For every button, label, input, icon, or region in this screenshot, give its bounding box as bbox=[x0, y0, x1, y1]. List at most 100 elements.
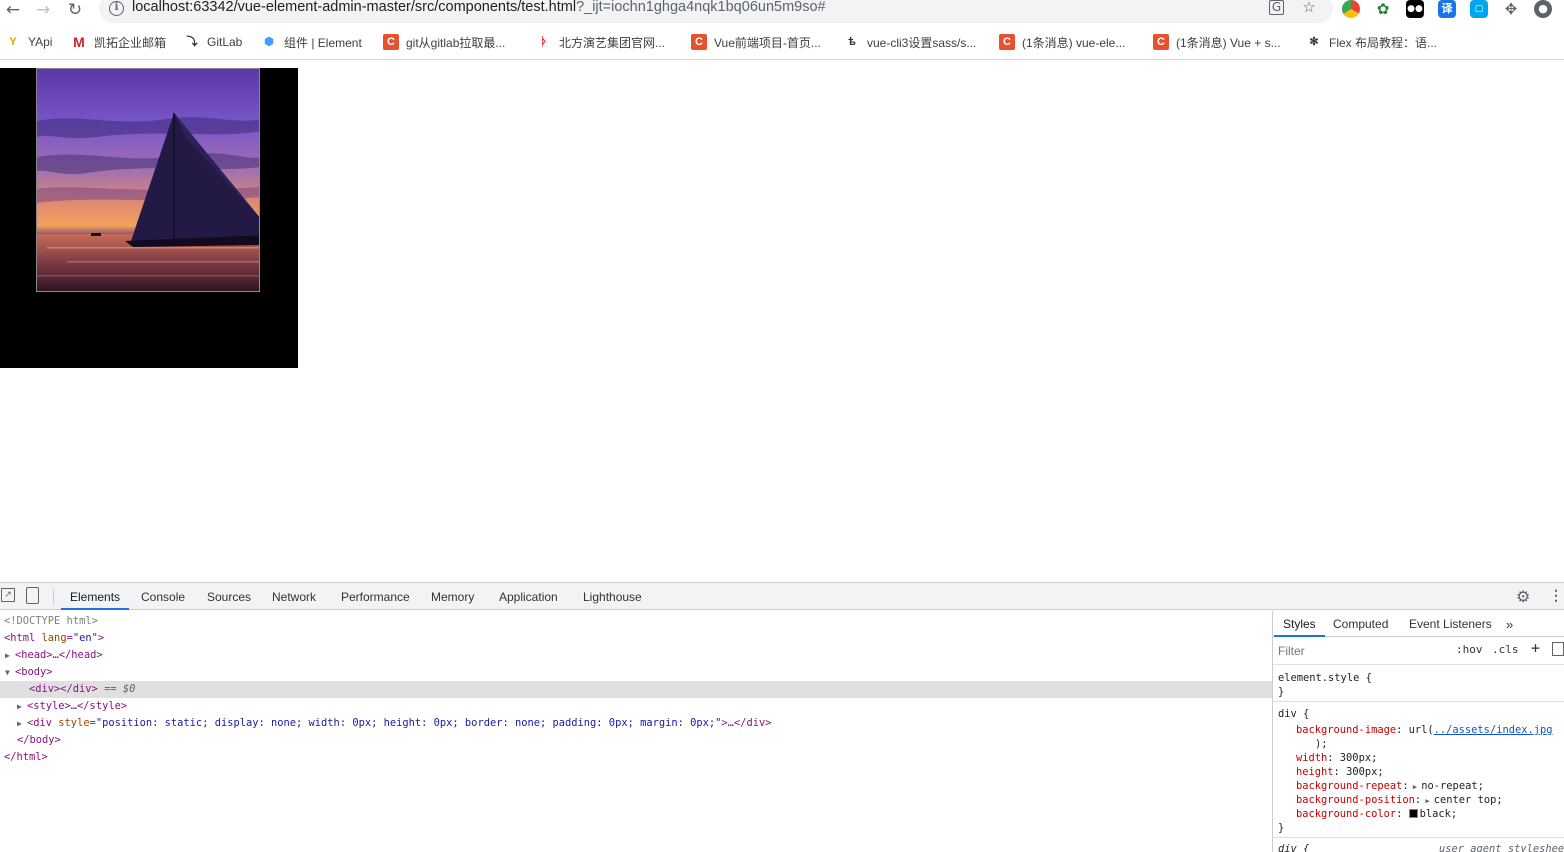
tab-console[interactable]: Console bbox=[141, 583, 185, 610]
dom-node-html-close[interactable]: </html> bbox=[0, 749, 1272, 766]
more-tabs-icon[interactable]: » bbox=[1506, 611, 1513, 637]
div-rule-selector[interactable]: div { bbox=[1278, 707, 1309, 721]
tab-network[interactable]: Network bbox=[272, 583, 316, 610]
devtools-tab-bar: ↗ Elements Console Sources Network Perfo… bbox=[0, 583, 1564, 610]
bookmark-item[interactable]: ⤵ GitLab bbox=[184, 33, 243, 51]
profile-avatar-icon[interactable]: ● bbox=[1534, 0, 1552, 18]
paw-extension-icon[interactable]: ✿ bbox=[1374, 0, 1392, 18]
yapi-icon: Y bbox=[9, 36, 17, 48]
tab-computed[interactable]: Computed bbox=[1333, 611, 1388, 637]
star-icon[interactable]: ☆ bbox=[1299, 0, 1319, 16]
bookmark-item[interactable]: M 凯拓企业邮箱 bbox=[71, 33, 166, 51]
info-icon[interactable]: i bbox=[109, 1, 124, 16]
dom-node-html[interactable]: <html lang="en"> bbox=[0, 630, 1272, 647]
vue-icon: ѣ bbox=[848, 36, 856, 48]
element-icon: ⬢ bbox=[264, 36, 274, 48]
csdn-icon: C bbox=[383, 34, 399, 50]
hov-button[interactable]: :hov bbox=[1456, 643, 1483, 656]
bookmark-icon: ᚦ bbox=[540, 36, 548, 48]
element-style-selector[interactable]: element.style { bbox=[1278, 671, 1372, 685]
screenshot-extension-icon[interactable]: ▢ bbox=[1470, 0, 1488, 18]
puzzle-icon[interactable]: ✥ bbox=[1502, 0, 1520, 18]
style-rules: element.style { } div { background-image… bbox=[1273, 665, 1564, 852]
css-declaration-background-repeat[interactable]: background-repeat: ▶ no-repeat; bbox=[1296, 779, 1484, 793]
dom-node-style[interactable]: ▶ <style>…</style> bbox=[0, 698, 1272, 715]
tampermonkey-icon[interactable]: ●● bbox=[1406, 0, 1424, 18]
rule-close-brace: } bbox=[1278, 686, 1285, 698]
bookmark-item[interactable]: ѣ vue-cli3设置sass/s... bbox=[844, 33, 976, 51]
dom-node-div-selected[interactable]: <div></div> == $0 bbox=[0, 681, 1272, 698]
tab-performance[interactable]: Performance bbox=[341, 583, 410, 610]
cls-button[interactable]: .cls bbox=[1492, 643, 1519, 656]
dom-node-body[interactable]: ▼ <body> bbox=[0, 664, 1272, 681]
back-arrow-icon[interactable]: ← bbox=[2, 0, 24, 20]
gear-icon[interactable]: ⚙ bbox=[1516, 587, 1530, 607]
tab-memory[interactable]: Memory bbox=[431, 583, 474, 610]
rule-close-brace: } bbox=[1278, 822, 1285, 834]
url-text[interactable]: localhost:63342/vue-element-admin-master… bbox=[132, 0, 826, 15]
tab-lighthouse[interactable]: Lighthouse bbox=[583, 583, 642, 610]
device-toolbar-icon[interactable] bbox=[26, 587, 39, 604]
dom-node-div-hidden[interactable]: ▶ <div style="position: static; display: … bbox=[0, 715, 1272, 732]
styles-filter-bar: :hov .cls + bbox=[1273, 638, 1564, 665]
color-swatch-icon[interactable] bbox=[1408, 809, 1418, 818]
gitlab-icon: ⤵ bbox=[186, 36, 198, 48]
styles-pane: Styles Computed Event Listeners » :hov .… bbox=[1272, 611, 1564, 852]
bookmark-item[interactable]: C (1条消息) Vue + s... bbox=[1153, 33, 1281, 51]
forward-arrow-icon[interactable]: → bbox=[32, 0, 54, 20]
expand-triangle-icon[interactable]: ▶ bbox=[5, 647, 15, 664]
new-rule-icon[interactable]: + bbox=[1531, 639, 1540, 657]
dom-node-body-close[interactable]: </body> bbox=[0, 732, 1272, 749]
devtools-panel: ↗ Elements Console Sources Network Perfo… bbox=[0, 582, 1564, 852]
expand-triangle-icon[interactable]: ▶ bbox=[1409, 783, 1422, 791]
sailboat-sunset-graphic bbox=[37, 69, 259, 291]
bookmark-item[interactable]: ✻ Flex 布局教程：语... bbox=[1306, 33, 1437, 51]
bookmark-item[interactable]: Y YApi bbox=[5, 33, 52, 51]
tab-event-listeners[interactable]: Event Listeners bbox=[1409, 611, 1492, 637]
bookmark-item[interactable]: ⬢ 组件 | Element bbox=[261, 33, 362, 51]
reload-icon[interactable]: ↻ bbox=[64, 0, 86, 20]
sailboat-sunset-image bbox=[36, 68, 260, 292]
rule-divider bbox=[1273, 701, 1564, 702]
inspect-element-icon[interactable]: ↗ bbox=[1, 588, 15, 602]
translate-icon[interactable]: G bbox=[1269, 0, 1284, 15]
dom-node-doctype[interactable]: <!DOCTYPE html> bbox=[0, 613, 1272, 630]
translate-extension-icon[interactable]: 译 bbox=[1438, 0, 1456, 18]
dom-node-head[interactable]: ▶ <head>…</head> bbox=[0, 647, 1272, 664]
tab-styles[interactable]: Styles bbox=[1274, 611, 1325, 637]
chrome-extension-icon[interactable] bbox=[1342, 0, 1360, 18]
browser-toolbar: ← → ↻ i localhost:63342/vue-element-admi… bbox=[0, 0, 1564, 23]
stylesheet-link[interactable]: ../assets/index.jpg bbox=[1434, 724, 1553, 736]
bookmark-item[interactable]: Cgit从gitlab拉取最... bbox=[383, 33, 505, 51]
expand-triangle-icon[interactable]: ▶ bbox=[17, 715, 27, 732]
page-viewport bbox=[0, 60, 1564, 582]
styles-tab-bar: Styles Computed Event Listeners » bbox=[1273, 611, 1564, 637]
expand-triangle-icon[interactable]: ▶ bbox=[1421, 797, 1434, 805]
css-declaration-background-position[interactable]: background-position: ▶ center top; bbox=[1296, 793, 1503, 807]
more-options-icon[interactable]: ⋮ bbox=[1549, 587, 1563, 604]
css-declaration-continuation: ); bbox=[1315, 738, 1328, 750]
css-declaration-background-color[interactable]: background-color: black; bbox=[1296, 807, 1457, 821]
css-declaration-height[interactable]: height: 300px; bbox=[1296, 765, 1384, 779]
csdn-icon: C bbox=[1153, 34, 1169, 50]
collapse-triangle-icon[interactable]: ▼ bbox=[5, 664, 15, 681]
expand-triangle-icon[interactable]: ▶ bbox=[17, 698, 27, 715]
background-image-div bbox=[0, 68, 298, 368]
bookmark-item[interactable]: C (1条消息) vue-ele... bbox=[999, 33, 1125, 51]
styles-filter-input[interactable] bbox=[1278, 641, 1444, 661]
rule-divider bbox=[1273, 837, 1564, 838]
tab-elements[interactable]: Elements bbox=[61, 583, 130, 610]
css-declaration-background-image[interactable]: background-image: url(../assets/index.jp… bbox=[1296, 723, 1553, 737]
mail-icon: M bbox=[73, 34, 85, 50]
css-declaration-width[interactable]: width: 300px; bbox=[1296, 751, 1377, 765]
bookmarks-bar: Y YApi M 凯拓企业邮箱 ⤵ GitLab ⬢ 组件 | Element Cgit… bbox=[0, 30, 1564, 54]
csdn-icon: C bbox=[999, 34, 1015, 50]
tab-sources[interactable]: Sources bbox=[207, 583, 251, 610]
bookmark-item[interactable]: C Vue前端项目-首页... bbox=[691, 33, 821, 51]
toggle-sidebar-icon[interactable] bbox=[1552, 642, 1564, 656]
address-bar[interactable]: i localhost:63342/vue-element-admin-mast… bbox=[99, 0, 1333, 23]
bookmark-item[interactable]: ᚦ 北方演艺集团官网... bbox=[536, 33, 665, 51]
ruanyf-icon: ✻ bbox=[1309, 36, 1319, 48]
dom-tree: <!DOCTYPE html> <html lang="en"> ▶ <head>… bbox=[0, 611, 1272, 852]
tab-application[interactable]: Application bbox=[499, 583, 558, 610]
